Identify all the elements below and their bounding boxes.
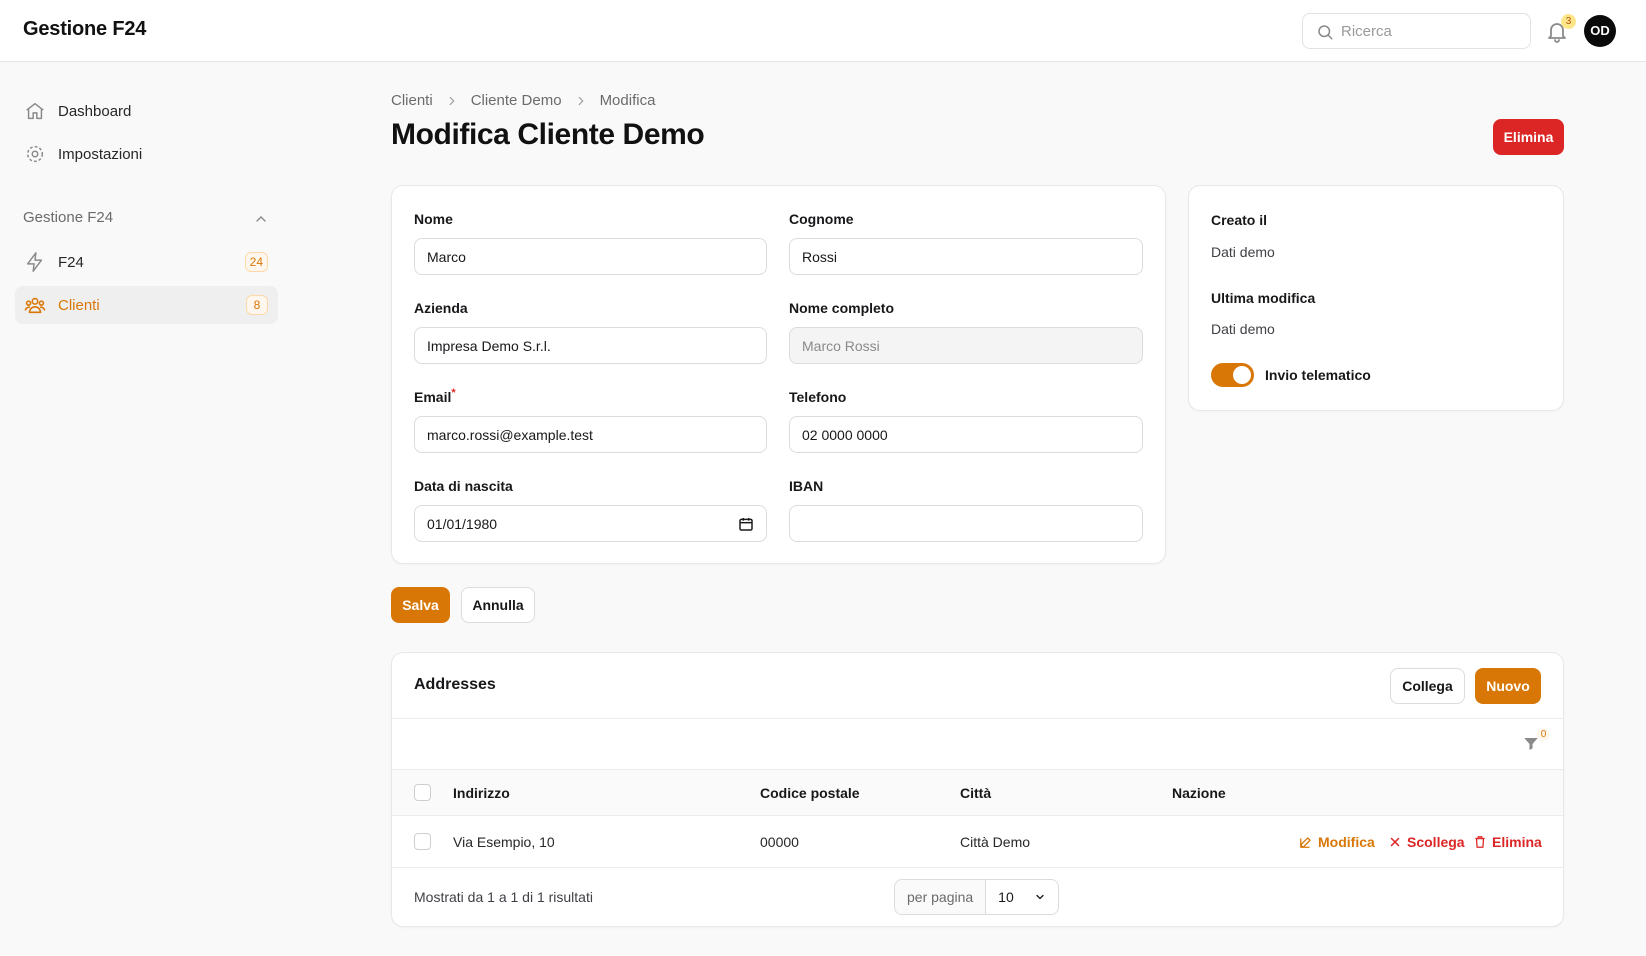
- chevron-right-icon: [578, 96, 584, 105]
- global-search[interactable]: [1302, 13, 1531, 49]
- email-label: Email*: [414, 387, 456, 405]
- email-field[interactable]: [414, 416, 767, 453]
- invio-telematico-toggle[interactable]: [1211, 363, 1254, 387]
- attach-button[interactable]: Collega: [1390, 668, 1465, 704]
- breadcrumb-item-current: Modifica: [599, 92, 656, 109]
- filter-count-badge: 0: [1537, 728, 1550, 741]
- pagination-summary: Mostrati da 1 a 1 di 1 risultati: [414, 889, 593, 905]
- notifications-badge: 3: [1561, 14, 1576, 29]
- breadcrumb-item[interactable]: Cliente Demo: [471, 92, 562, 109]
- cancel-button[interactable]: Annulla: [461, 587, 535, 623]
- column-header[interactable]: Codice postale: [760, 785, 860, 801]
- search-icon: [1318, 25, 1333, 40]
- edit-icon: [1300, 837, 1311, 848]
- per-page-value-text: 10: [998, 889, 1014, 905]
- calendar-icon[interactable]: [738, 516, 754, 532]
- per-page-select[interactable]: per pagina 10: [894, 879, 1060, 915]
- sidebar-item-impostazioni[interactable]: Impostazioni: [15, 135, 278, 173]
- invio-telematico-label: Invio telematico: [1265, 367, 1371, 383]
- count-badge: 8: [246, 295, 268, 315]
- telefono-field[interactable]: [789, 416, 1143, 453]
- required-mark: *: [451, 387, 456, 399]
- row-checkbox[interactable]: [414, 833, 431, 850]
- row-delete-action[interactable]: Elimina: [1473, 834, 1542, 850]
- count-badge: 24: [244, 252, 268, 272]
- azienda-label: Azienda: [414, 300, 468, 316]
- breadcrumb: Clienti Cliente Demo Modifica: [391, 92, 655, 109]
- gear-icon: [26, 145, 44, 163]
- row-detach-label: Scollega: [1407, 834, 1465, 850]
- cell-indirizzo: Via Esempio, 10: [453, 834, 555, 850]
- row-delete-label: Elimina: [1492, 834, 1542, 850]
- sidebar-item-dashboard[interactable]: Dashboard: [15, 92, 278, 130]
- cognome-label: Cognome: [789, 211, 854, 227]
- sidebar-item-label: Impostazioni: [58, 145, 143, 163]
- chevron-up-icon[interactable]: [253, 211, 269, 227]
- sidebar-item-label: F24: [58, 253, 84, 271]
- user-avatar[interactable]: OD: [1584, 15, 1616, 47]
- divider: [392, 718, 1563, 719]
- data-nascita-label: Data di nascita: [414, 478, 513, 494]
- nome-completo-label: Nome completo: [789, 300, 895, 316]
- cognome-field[interactable]: [789, 238, 1143, 275]
- bolt-icon: [26, 252, 43, 272]
- cell-citta: Città Demo: [960, 834, 1031, 850]
- top-bar: Gestione F24 3 OD: [0, 0, 1646, 62]
- per-page-value[interactable]: 10: [986, 880, 1058, 914]
- sidebar-item-f24[interactable]: F24 24: [15, 243, 278, 281]
- delete-button[interactable]: Elimina: [1493, 119, 1564, 155]
- sidebar-item-clienti[interactable]: Clienti 8: [15, 286, 278, 324]
- trash-icon: [1475, 836, 1485, 848]
- row-detach-action[interactable]: Scollega: [1388, 834, 1465, 850]
- per-page-label: per pagina: [895, 880, 987, 914]
- addresses-title: Addresses: [414, 676, 496, 693]
- created-value: Dati demo: [1211, 244, 1275, 260]
- modified-label: Ultima modifica: [1211, 290, 1316, 306]
- breadcrumb-item[interactable]: Clienti: [391, 92, 433, 109]
- sidebar-group-gestione-f24[interactable]: Gestione F24: [23, 209, 269, 226]
- sidebar-item-label: Dashboard: [58, 102, 132, 120]
- column-header[interactable]: Indirizzo: [453, 785, 510, 801]
- azienda-field[interactable]: [414, 327, 767, 364]
- birthdate-field[interactable]: [414, 505, 767, 542]
- home-icon: [26, 102, 44, 120]
- column-header[interactable]: Nazione: [1172, 785, 1226, 801]
- modified-value: Dati demo: [1211, 321, 1275, 337]
- nome-completo-field: [789, 327, 1143, 364]
- iban-field[interactable]: [789, 505, 1143, 542]
- row-edit-action[interactable]: Modifica: [1299, 834, 1375, 850]
- divider: [392, 867, 1563, 868]
- toggle-knob: [1233, 366, 1251, 384]
- chevron-down-icon: [1036, 894, 1044, 900]
- page-title: Modifica Cliente Demo: [391, 118, 705, 151]
- row-edit-label: Modifica: [1318, 834, 1375, 850]
- app-brand[interactable]: Gestione F24: [23, 18, 146, 41]
- search-input[interactable]: [1341, 14, 1521, 48]
- chevron-right-icon: [449, 96, 455, 105]
- nome-field[interactable]: [414, 238, 767, 275]
- email-label-text: Email: [414, 389, 452, 405]
- save-button[interactable]: Salva: [391, 587, 450, 623]
- column-header[interactable]: Città: [960, 785, 991, 801]
- close-icon: [1390, 837, 1400, 847]
- select-all-checkbox[interactable]: [414, 784, 431, 801]
- sidebar-item-label: Clienti: [58, 296, 100, 314]
- nome-label: Nome: [414, 211, 453, 227]
- cell-cap: 00000: [760, 834, 799, 850]
- new-address-button[interactable]: Nuovo: [1475, 668, 1541, 704]
- telefono-label: Telefono: [789, 389, 847, 405]
- created-label: Creato il: [1211, 212, 1268, 228]
- users-icon: [24, 297, 46, 314]
- sidebar-group-label: Gestione F24: [23, 209, 114, 226]
- iban-label: IBAN: [789, 478, 824, 494]
